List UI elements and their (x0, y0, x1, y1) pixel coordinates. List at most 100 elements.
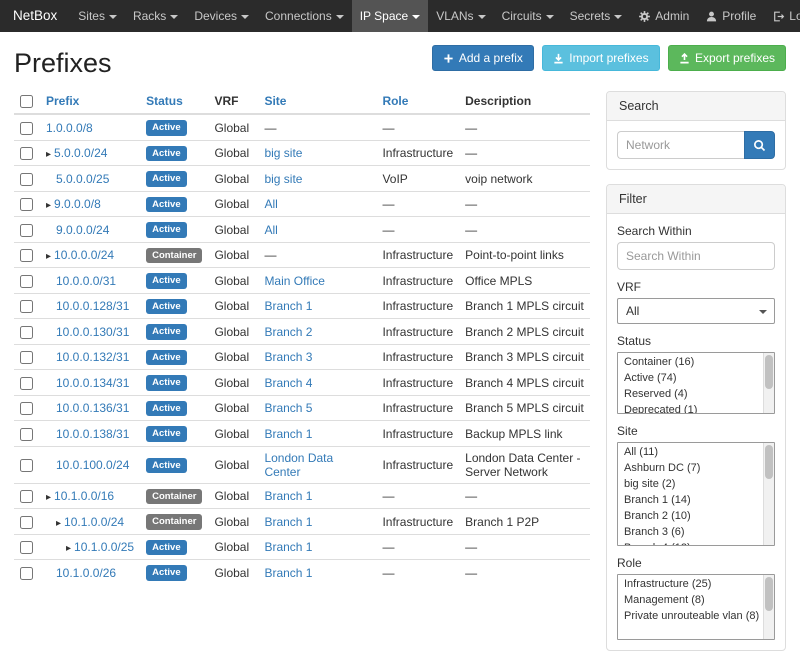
site-link[interactable]: All (264, 197, 277, 211)
prefix-link[interactable]: 5.0.0.0/24 (54, 146, 107, 160)
row-checkbox[interactable] (20, 567, 33, 580)
row-checkbox[interactable] (20, 275, 33, 288)
nav-item-racks[interactable]: Racks (125, 0, 186, 32)
row-checkbox[interactable] (20, 198, 33, 211)
row-checkbox[interactable] (20, 300, 33, 313)
nav-item-sites[interactable]: Sites (70, 0, 125, 32)
prefix-link[interactable]: 5.0.0.0/25 (56, 172, 109, 186)
filter-option[interactable]: Branch 3 (6) (618, 524, 774, 540)
vrf-select[interactable]: All (617, 298, 775, 324)
row-checkbox[interactable] (20, 459, 33, 472)
nav-item-connections[interactable]: Connections (257, 0, 352, 32)
filter-option[interactable]: Infrastructure (25) (618, 576, 774, 592)
expand-arrow-icon[interactable]: ▸ (46, 492, 51, 503)
site-link[interactable]: Main Office (264, 274, 324, 288)
site-link[interactable]: Branch 1 (264, 489, 312, 503)
row-checkbox[interactable] (20, 351, 33, 364)
export-prefixes-button[interactable]: Export prefixes (668, 45, 786, 71)
logout-link[interactable]: Log out (764, 0, 800, 32)
row-checkbox[interactable] (20, 490, 33, 503)
site-link[interactable]: Branch 1 (264, 299, 312, 313)
site-link[interactable]: London Data Center (264, 451, 333, 479)
nav-item-secrets[interactable]: Secrets (562, 0, 631, 32)
search-button[interactable] (744, 131, 775, 159)
site-link[interactable]: Branch 1 (264, 540, 312, 554)
prefix-link[interactable]: 10.0.0.132/31 (56, 350, 129, 364)
row-checkbox[interactable] (20, 249, 33, 262)
site-link[interactable]: Branch 1 (264, 515, 312, 529)
nav-item-circuits[interactable]: Circuits (494, 0, 562, 32)
row-checkbox[interactable] (20, 428, 33, 441)
row-checkbox[interactable] (20, 173, 33, 186)
row-checkbox[interactable] (20, 377, 33, 390)
sort-role-header[interactable]: Role (382, 94, 408, 108)
expand-arrow-icon[interactable]: ▸ (46, 200, 51, 211)
profile-link[interactable]: Profile (697, 0, 764, 32)
filter-option[interactable]: Ashburn DC (7) (618, 460, 774, 476)
expand-arrow-icon[interactable]: ▸ (46, 149, 51, 160)
admin-link[interactable]: Admin (630, 0, 697, 32)
site-link[interactable]: Branch 1 (264, 566, 312, 580)
site-link[interactable]: Branch 5 (264, 401, 312, 415)
prefix-link[interactable]: 10.0.0.134/31 (56, 376, 129, 390)
filter-option[interactable]: Private unrouteable vlan (8) (618, 608, 774, 624)
row-checkbox[interactable] (20, 326, 33, 339)
row-checkbox[interactable] (20, 147, 33, 160)
expand-arrow-icon[interactable]: ▸ (56, 518, 61, 529)
prefix-link[interactable]: 10.1.0.0/24 (64, 515, 124, 529)
prefix-link[interactable]: 10.0.0.136/31 (56, 401, 129, 415)
filter-option[interactable]: Deprecated (1) (618, 402, 774, 414)
sort-prefix-header[interactable]: Prefix (46, 94, 79, 108)
expand-arrow-icon[interactable]: ▸ (46, 251, 51, 262)
brand-logo[interactable]: NetBox (0, 0, 70, 32)
add-prefix-button[interactable]: Add a prefix (432, 45, 534, 71)
prefix-link[interactable]: 9.0.0.0/24 (56, 223, 109, 237)
prefix-link[interactable]: 9.0.0.0/8 (54, 197, 101, 211)
filter-option[interactable]: Active (74) (618, 370, 774, 386)
filter-option[interactable]: Branch 2 (10) (618, 508, 774, 524)
prefix-link[interactable]: 1.0.0.0/8 (46, 121, 93, 135)
prefix-link[interactable]: 10.0.0.0/31 (56, 274, 116, 288)
site-link[interactable]: All (264, 223, 277, 237)
site-link[interactable]: Branch 1 (264, 427, 312, 441)
site-link[interactable]: big site (264, 146, 302, 160)
filter-option[interactable]: Branch 1 (14) (618, 492, 774, 508)
select-all-checkbox[interactable] (20, 95, 33, 108)
filter-option[interactable]: Reserved (4) (618, 386, 774, 402)
filter-option[interactable]: Container (16) (618, 354, 774, 370)
prefix-link[interactable]: 10.0.0.138/31 (56, 427, 129, 441)
row-checkbox[interactable] (20, 122, 33, 135)
prefix-link[interactable]: 10.1.0.0/25 (74, 540, 134, 554)
prefix-link[interactable]: 10.1.0.0/26 (56, 566, 116, 580)
filter-option[interactable]: Management (8) (618, 592, 774, 608)
prefix-link[interactable]: 10.0.0.0/24 (54, 248, 114, 262)
filter-option[interactable]: All (11) (618, 444, 774, 460)
filter-option[interactable]: big site (2) (618, 476, 774, 492)
prefix-link[interactable]: 10.1.0.0/16 (54, 489, 114, 503)
nav-item-ip-space[interactable]: IP Space (352, 0, 428, 32)
nav-item-vlans[interactable]: VLANs (428, 0, 493, 32)
prefix-link[interactable]: 10.0.0.128/31 (56, 299, 129, 313)
expand-arrow-icon[interactable]: ▸ (66, 543, 71, 554)
site-link[interactable]: big site (264, 172, 302, 186)
table-row: ▸10.0.0.128/31 Active Global Branch 1 In… (14, 293, 590, 319)
search-within-input[interactable] (617, 242, 775, 270)
role-listbox[interactable]: Infrastructure (25)Management (8)Private… (617, 574, 775, 640)
site-link[interactable]: Branch 4 (264, 376, 312, 390)
site-listbox[interactable]: All (11)Ashburn DC (7)big site (2)Branch… (617, 442, 775, 546)
status-listbox[interactable]: Container (16)Active (74)Reserved (4)Dep… (617, 352, 775, 414)
row-checkbox[interactable] (20, 402, 33, 415)
prefix-link[interactable]: 10.0.0.130/31 (56, 325, 129, 339)
sort-site-header[interactable]: Site (264, 94, 286, 108)
import-prefixes-button[interactable]: Import prefixes (542, 45, 659, 71)
site-link[interactable]: Branch 3 (264, 350, 312, 364)
row-checkbox[interactable] (20, 541, 33, 554)
site-link[interactable]: Branch 2 (264, 325, 312, 339)
filter-option[interactable]: Branch 4 (12) (618, 540, 774, 546)
search-input[interactable] (617, 131, 744, 159)
row-checkbox[interactable] (20, 224, 33, 237)
row-checkbox[interactable] (20, 516, 33, 529)
sort-status-header[interactable]: Status (146, 94, 183, 108)
nav-item-devices[interactable]: Devices (186, 0, 257, 32)
prefix-link[interactable]: 10.0.100.0/24 (56, 458, 129, 472)
